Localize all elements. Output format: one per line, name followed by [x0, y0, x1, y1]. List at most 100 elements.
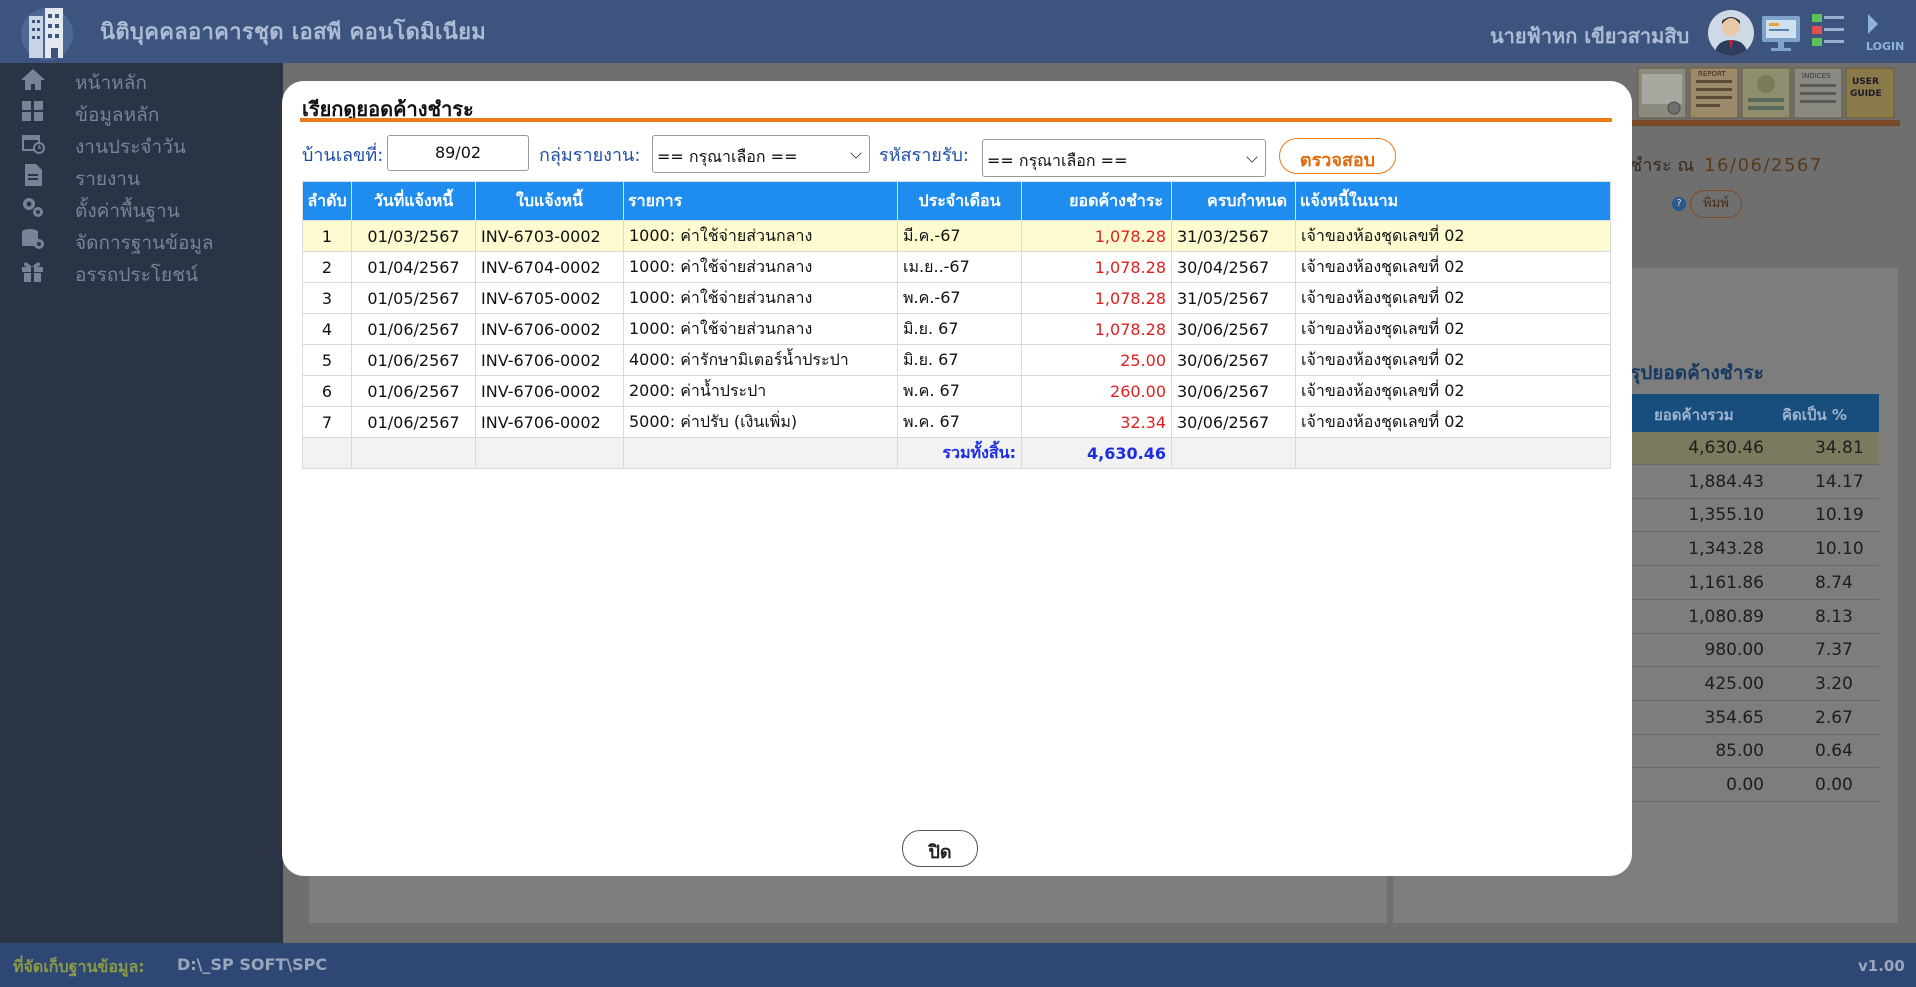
close-button[interactable]: ปิด [902, 830, 978, 867]
cell-no: 3 [302, 282, 352, 314]
cell-date: 01/03/2567 [351, 220, 476, 252]
summary-amount: 0.00 [1726, 775, 1764, 795]
col-header-name: แจ้งหนี้ในนาม [1295, 181, 1611, 221]
income-code-select[interactable]: == กรุณาเลือก == [982, 139, 1266, 177]
col-header-invoice: ใบแจ้งหนี้ [475, 181, 624, 221]
col-header-item: รายการ [623, 181, 898, 221]
cell-name: เจ้าของห้องชุดเลขที่ 02 [1295, 282, 1611, 314]
cell-name: เจ้าของห้องชุดเลขที่ 02 [1295, 375, 1611, 407]
user-guide-icon[interactable]: USER GUIDE [1845, 67, 1895, 119]
table-row[interactable]: 7 01/06/2567 INV-6706-0002 5000: ค่าปรับ (เ… [302, 406, 1611, 438]
cell-date: 01/06/2567 [351, 406, 476, 438]
cell-month: มี.ค.-67 [897, 220, 1022, 252]
table-row[interactable]: 2 01/04/2567 INV-6704-0002 1000: ค่าใช้จ่าย… [302, 251, 1611, 283]
version-label: v1.00 [1858, 957, 1905, 975]
avatar-icon[interactable] [1708, 10, 1754, 56]
gift-icon [22, 262, 43, 282]
cell-due: 31/05/2567 [1171, 282, 1296, 314]
cell-item: 4000: ค่ารักษามิเตอร์น้ำประปา [623, 344, 898, 376]
svg-text:GUIDE: GUIDE [1850, 89, 1882, 99]
report-group-value: == กรุณาเลือก == [657, 147, 798, 166]
home-icon [21, 69, 45, 90]
print-button[interactable]: พิมพ์ [1690, 190, 1742, 218]
title-divider [300, 118, 1612, 122]
table-header-row: ลำดับ วันที่แจ้งหนี้ ใบแจ้งหนี้ รายการ ป… [302, 181, 1611, 221]
cell-item: 2000: ค่าน้ำประปา [623, 375, 898, 407]
check-button[interactable]: ตรวจสอบ [1279, 138, 1396, 174]
summary-percent: 7.37 [1815, 640, 1853, 661]
report-group-select[interactable]: == กรุณาเลือก == [652, 135, 870, 173]
cell-invoice: INV-6706-0002 [475, 344, 624, 376]
sidebar-item-daily-work[interactable]: งานประจำวัน [0, 129, 283, 159]
cell-date: 01/04/2567 [351, 251, 476, 283]
summary-percent: 2.67 [1815, 707, 1853, 728]
sidebar-item-reports[interactable]: รายงาน [0, 161, 283, 191]
cell-month: เม.ย..-67 [897, 251, 1022, 283]
table-row[interactable]: 6 01/06/2567 INV-6706-0002 2000: ค่าน้ำประป… [302, 375, 1611, 407]
col-header-amount: ยอดค้างชำระ [1021, 181, 1172, 221]
total-empty-cell [351, 437, 476, 469]
table-row[interactable]: 4 01/06/2567 INV-6706-0002 1000: ค่าใช้จ่าย… [302, 313, 1611, 345]
summary-percent: 8.13 [1815, 606, 1853, 627]
report-icon[interactable]: REPORT [1689, 67, 1739, 119]
sidebar-item-settings[interactable]: ตั้งค่าพื้นฐาน [0, 193, 283, 223]
cell-no: 1 [302, 220, 352, 252]
browser-icon[interactable] [1637, 67, 1687, 119]
cell-month: พ.ค.-67 [897, 282, 1022, 314]
total-empty-cell [623, 437, 898, 469]
calendar-icon [22, 135, 45, 154]
total-empty-cell [302, 437, 352, 469]
as-of-label: ชำระ ณ [1630, 155, 1695, 176]
cell-date: 01/06/2567 [351, 313, 476, 345]
col-header-month: ประจำเดือน [897, 181, 1022, 221]
cell-name: เจ้าของห้องชุดเลขที่ 02 [1295, 313, 1611, 345]
sidebar-item-database[interactable]: จัดการฐานข้อมูล [0, 225, 283, 255]
cell-amount: 260.00 [1021, 375, 1172, 407]
table-body: 1 01/03/2567 INV-6703-0002 1000: ค่าใช้จ่าย… [302, 220, 1611, 438]
summary-percent: 0.00 [1815, 775, 1853, 795]
summary-row: 1,161.86 8.74 [1632, 567, 1879, 600]
cell-date: 01/06/2567 [351, 375, 476, 407]
sidebar-item-label: ตั้งค่าพื้นฐาน [75, 200, 180, 222]
summary-amount: 980.00 [1704, 640, 1764, 661]
indices-label: INDICES [1802, 72, 1831, 80]
summary-percent: 0.64 [1815, 741, 1853, 762]
summary-amount: 1,080.89 [1688, 606, 1764, 627]
cell-item: 1000: ค่าใช้จ่ายส่วนกลาง [623, 282, 898, 314]
status-bar: ที่จัดเก็บฐานข้อมูล: D:\_SP SOFT\SPC v1.… [0, 943, 1916, 987]
summary-row: 1,884.43 14.17 [1632, 466, 1879, 499]
cell-item: 1000: ค่าใช้จ่ายส่วนกลาง [623, 313, 898, 345]
summary-header-amount: ยอดค้างรวม [1654, 406, 1734, 424]
summary-percent: 3.20 [1815, 673, 1853, 694]
summary-row: 425.00 3.20 [1632, 668, 1879, 701]
logout-icon[interactable]: LOGIN [1862, 10, 1914, 54]
user-name: นายฟ้าหก เขียวสามสิบ [1490, 24, 1690, 48]
sidebar-item-utilities[interactable]: อรรถประโยชน์ [0, 257, 283, 287]
summary-row: 354.65 2.67 [1632, 702, 1879, 735]
outstanding-table: ลำดับ วันที่แจ้งหนี้ ใบแจ้งหนี้ รายการ ป… [302, 181, 1611, 469]
sidebar-item-label: ข้อมูลหลัก [75, 104, 160, 126]
table-row[interactable]: 5 01/06/2567 INV-6706-0002 4000: ค่ารักษามิ… [302, 344, 1611, 376]
as-of-value: 16/06/2567 [1704, 155, 1823, 176]
summary-amount: 1,161.86 [1688, 572, 1764, 593]
table-row[interactable]: 1 01/03/2567 INV-6703-0002 1000: ค่าใช้จ่าย… [302, 220, 1611, 252]
settings-chart-icon[interactable] [1810, 10, 1846, 54]
summary-row: 1,343.28 10.10 [1632, 533, 1879, 567]
indices-icon[interactable]: INDICES [1793, 67, 1843, 119]
cell-invoice: INV-6705-0002 [475, 282, 624, 314]
cell-name: เจ้าของห้องชุดเลขที่ 02 [1295, 406, 1611, 438]
help-icon[interactable]: ? [1672, 197, 1686, 211]
sidebar-item-label: อรรถประโยชน์ [75, 264, 199, 286]
checklist-icon[interactable] [1741, 67, 1791, 119]
cell-due: 30/06/2567 [1171, 313, 1296, 345]
sidebar-item-home[interactable]: หน้าหลัก [0, 65, 283, 95]
house-number-input[interactable]: 89/02 [387, 135, 529, 171]
table-row[interactable]: 3 01/05/2567 INV-6705-0002 1000: ค่าใช้จ่าย… [302, 282, 1611, 314]
cell-amount: 1,078.28 [1021, 251, 1172, 283]
summary-row: 980.00 7.37 [1632, 634, 1879, 668]
sidebar-item-master-data[interactable]: ข้อมูลหลัก [0, 97, 283, 127]
summary-percent: 10.10 [1815, 539, 1864, 560]
cell-amount: 1,078.28 [1021, 282, 1172, 314]
monitor-icon[interactable] [1758, 10, 1804, 54]
cell-due: 31/03/2567 [1171, 220, 1296, 252]
